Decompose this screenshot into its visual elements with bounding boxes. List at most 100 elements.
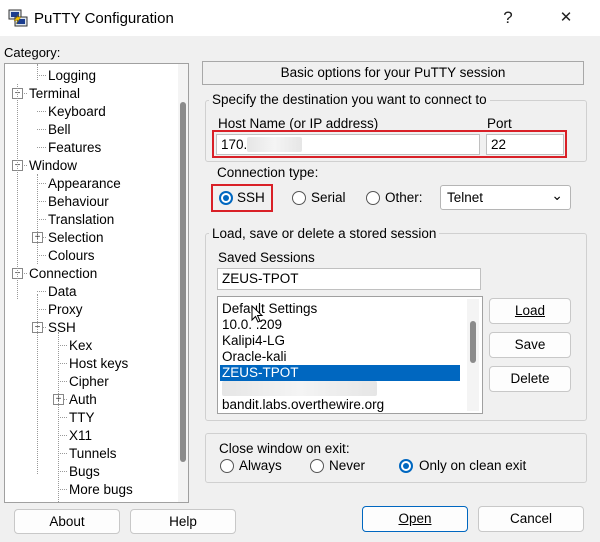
tree-item-logging[interactable]: Logging — [48, 67, 96, 84]
close-window-label: Close window on exit: — [219, 441, 350, 456]
tree-item-ssh[interactable]: SSH — [48, 319, 76, 336]
tree-item-selection[interactable]: Selection — [48, 229, 104, 246]
tree-item-host-keys[interactable]: Host keys — [69, 355, 128, 372]
close-always-radio[interactable] — [220, 459, 234, 473]
sessions-scroll-thumb[interactable] — [470, 321, 476, 363]
tree-connector — [37, 294, 38, 474]
session-list-item[interactable]: bandit.labs.overthewire.org — [220, 397, 460, 413]
window-title: PuTTY Configuration — [34, 10, 174, 27]
tree-item-appearance[interactable]: Appearance — [48, 175, 121, 192]
tree-item-features[interactable]: Features — [48, 139, 101, 156]
panel-header: Basic options for your PuTTY session — [202, 61, 584, 85]
tree-item-cipher[interactable]: Cipher — [69, 373, 109, 390]
tree-connector — [37, 291, 46, 292]
help-button[interactable]: Help — [130, 509, 236, 534]
tree-connector — [58, 489, 67, 490]
tree-item-terminal[interactable]: Terminal — [29, 85, 80, 102]
tree-item-x11[interactable]: X11 — [69, 427, 92, 444]
host-name-label: Host Name (or IP address) — [218, 116, 379, 131]
tree-connector — [58, 345, 67, 346]
tree-connector — [37, 174, 38, 264]
protocol-select-value: Telnet — [447, 190, 484, 205]
tree-connector — [37, 201, 46, 202]
mouse-cursor-icon — [251, 305, 264, 323]
cancel-button-label: Cancel — [509, 511, 553, 526]
tree-item-tty[interactable]: TTY — [69, 409, 95, 426]
cancel-button[interactable]: Cancel — [478, 506, 584, 532]
tree-item-proxy[interactable]: Proxy — [48, 301, 83, 318]
category-label: Category: — [4, 45, 61, 60]
session-list-item[interactable]: Kalipi4-LG — [220, 333, 460, 349]
tree-connector — [37, 183, 46, 184]
tree-connector — [37, 75, 46, 76]
close-clean-label[interactable]: Only on clean exit — [419, 458, 526, 473]
title-bar: PuTTY Configuration ? ✕ — [0, 0, 600, 36]
close-never-radio[interactable] — [310, 459, 324, 473]
tree-item-window[interactable]: Window — [29, 157, 77, 174]
tree-connector — [58, 381, 67, 382]
about-button[interactable]: About — [14, 509, 120, 534]
load-button[interactable]: Load — [489, 298, 571, 324]
serial-radio[interactable] — [292, 191, 306, 205]
delete-button-label: Delete — [510, 371, 550, 386]
save-button[interactable]: Save — [489, 332, 571, 358]
load-button-label: Load — [514, 303, 546, 318]
chevron-down-icon: ⌄ — [551, 187, 563, 203]
protocol-select[interactable]: Telnet ⌄ — [440, 185, 571, 210]
port-label: Port — [487, 116, 512, 131]
tree-connector — [37, 111, 46, 112]
ssh-label[interactable]: SSH — [237, 190, 265, 205]
host-name-value: 170. — [221, 137, 248, 152]
tree-item-bugs[interactable]: Bugs — [69, 463, 100, 480]
ssh-radio[interactable] — [219, 191, 233, 205]
other-radio[interactable] — [366, 191, 380, 205]
tree-connector — [17, 84, 18, 299]
tree-item-behaviour[interactable]: Behaviour — [48, 193, 109, 210]
tree-connector — [37, 129, 46, 130]
tree-connector — [37, 219, 46, 220]
tree-item-translation[interactable]: Translation — [48, 211, 114, 228]
help-button-label: Help — [169, 514, 197, 529]
tree-item-connection[interactable]: Connection — [29, 265, 97, 282]
tree-connector — [58, 435, 67, 436]
host-name-input[interactable]: 170.xx.xxx.xx — [216, 134, 480, 155]
serial-label[interactable]: Serial — [311, 190, 346, 205]
tree-scroll-thumb[interactable] — [180, 102, 186, 462]
delete-button[interactable]: Delete — [489, 366, 571, 392]
tree-item-auth[interactable]: Auth — [69, 391, 97, 408]
close-window-button[interactable]: ✕ — [544, 4, 588, 32]
putty-logo-icon — [8, 8, 28, 28]
other-label[interactable]: Other: — [385, 190, 423, 205]
tree-connector — [37, 64, 38, 80]
tree-item-more-bugs[interactable]: More bugs — [69, 481, 133, 498]
save-button-label: Save — [514, 337, 546, 352]
close-always-label[interactable]: Always — [239, 458, 282, 473]
saved-session-input[interactable]: ZEUS-TPOT — [217, 268, 481, 290]
open-button-label: Open — [398, 511, 432, 526]
tree-item-tunnels[interactable]: Tunnels — [69, 445, 117, 462]
close-clean-radio[interactable] — [399, 459, 413, 473]
session-list-item[interactable]: ZEUS-TPOT — [220, 365, 460, 381]
redacted-ip: xx.xxx.xx — [247, 137, 303, 152]
port-input[interactable]: 22 — [486, 134, 564, 155]
tree-connector — [37, 147, 46, 148]
session-list-item[interactable]: xxxxxxxxxxxxxxxxxxxxxxx — [220, 381, 460, 397]
tree-item-data[interactable]: Data — [48, 283, 77, 300]
tree-item-keyboard[interactable]: Keyboard — [48, 103, 106, 120]
tree-connector — [58, 453, 67, 454]
tree-connector — [37, 309, 46, 310]
tree-item-colours[interactable]: Colours — [48, 247, 95, 264]
redacted-session: xxxxxxxxxxxxxxxxxxxxxxx — [222, 381, 378, 396]
open-button[interactable]: Open — [362, 506, 468, 532]
tree-item-bell[interactable]: Bell — [48, 121, 71, 138]
tree-connector — [58, 471, 67, 472]
tree-item-kex[interactable]: Kex — [69, 337, 92, 354]
session-list-item[interactable]: Oracle-kali — [220, 349, 460, 365]
help-title-button[interactable]: ? — [486, 4, 530, 32]
destination-group-title: Specify the destination you want to conn… — [209, 92, 490, 107]
tree-connector — [37, 255, 46, 256]
sessions-group-title: Load, save or delete a stored session — [209, 226, 440, 241]
category-tree[interactable]: Logging Terminal − Keyboard Bell Features Wind… — [4, 63, 189, 503]
tree-connector — [58, 363, 67, 364]
close-never-label[interactable]: Never — [329, 458, 365, 473]
